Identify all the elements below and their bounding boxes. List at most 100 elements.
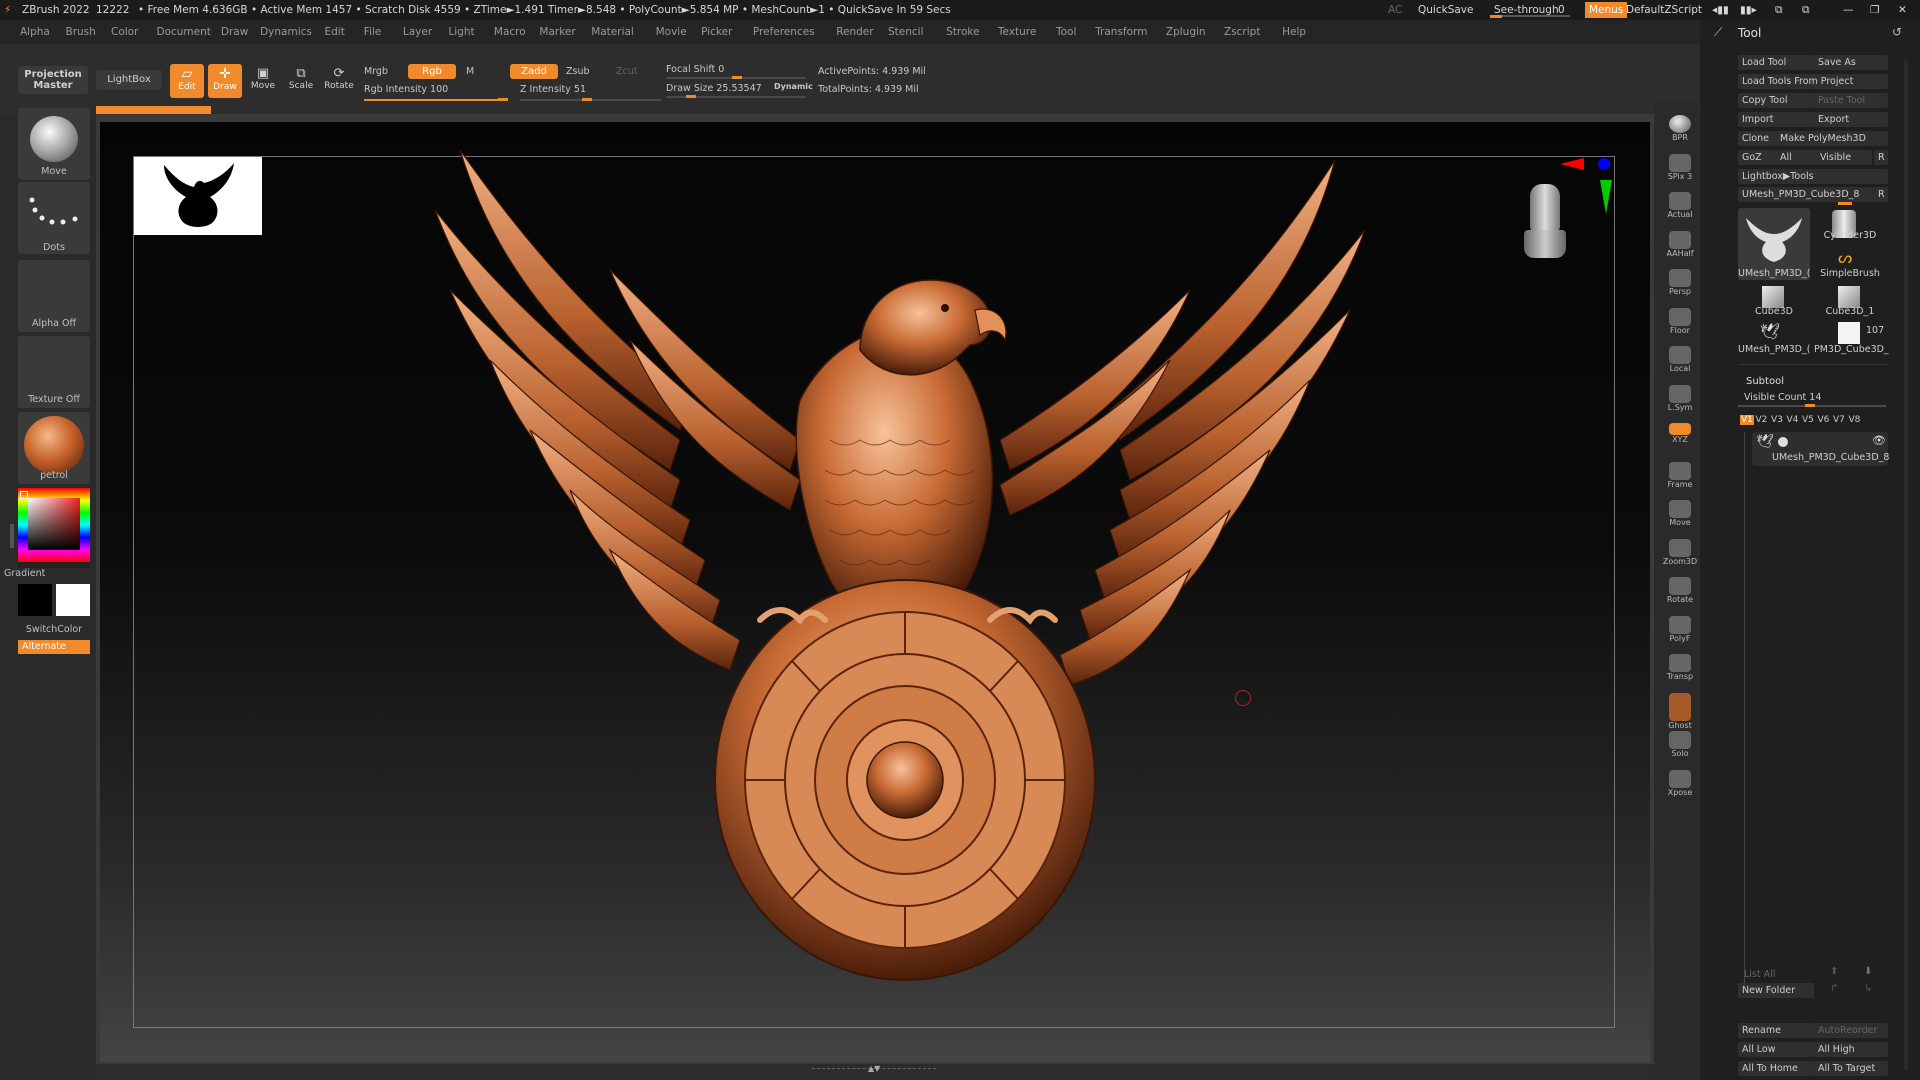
make-polymesh3d-button[interactable]: Make PolyMesh3D — [1776, 131, 1888, 146]
rename-button[interactable]: Rename — [1738, 1023, 1814, 1038]
quicksave-button[interactable]: QuickSave — [1418, 4, 1473, 16]
menu-preferences[interactable]: Preferences — [753, 26, 815, 38]
subtool-version-v2[interactable]: V2 — [1756, 415, 1768, 425]
mrgb-button[interactable]: Mrgb — [364, 66, 388, 77]
navigation-gizmo[interactable] — [1520, 180, 1570, 280]
zsub-button[interactable]: Zsub — [566, 66, 590, 77]
tool-aahalf[interactable]: AAHalf — [1662, 228, 1698, 264]
color-square[interactable] — [28, 498, 80, 550]
menu-texture[interactable]: Texture — [998, 26, 1036, 38]
save-as-button[interactable]: Save As — [1814, 55, 1888, 70]
move-button[interactable]: ▣ Move — [246, 64, 280, 98]
menu-stroke[interactable]: Stroke — [946, 26, 979, 38]
move-up-icon[interactable]: ⬆ — [1830, 966, 1838, 977]
switchcolor-button[interactable]: SwitchColor — [18, 624, 90, 635]
tool-persp[interactable]: Persp — [1662, 266, 1698, 302]
tool-floor[interactable]: Floor — [1662, 305, 1698, 341]
tool-rotate[interactable]: Rotate — [1662, 574, 1698, 610]
menu-color[interactable]: Color — [111, 26, 138, 38]
menus-button[interactable]: Menus — [1585, 2, 1628, 18]
layout-toggle-icon[interactable]: ◂▮▮ — [1712, 4, 1729, 16]
tool-actual[interactable]: Actual — [1662, 189, 1698, 225]
menu-layer[interactable]: Layer — [403, 26, 432, 38]
dynamic-button[interactable]: Dynamic — [774, 82, 813, 91]
palette-scrollbar[interactable] — [1904, 60, 1908, 1070]
tool-ghost[interactable]: Ghost — [1662, 690, 1698, 730]
tool-local[interactable]: Local — [1662, 343, 1698, 379]
move-down-icon[interactable]: ⬇ — [1864, 966, 1872, 977]
color-picker[interactable] — [18, 488, 90, 568]
see-through-slider[interactable] — [1490, 15, 1570, 18]
subtool-row[interactable]: 🕊 👁 UMesh_PM3D_Cube3D_8 — [1752, 432, 1889, 466]
bottom-tray-handle[interactable]: ▲▼ — [812, 1064, 936, 1074]
simplebrush-icon[interactable]: ᔕ — [1838, 248, 1852, 267]
minimize-icon[interactable]: — — [1843, 4, 1854, 16]
tool-transp[interactable]: Transp — [1662, 651, 1698, 687]
tool-move[interactable]: Move — [1662, 497, 1698, 533]
new-folder-button[interactable]: New Folder — [1738, 983, 1814, 998]
subtool-visibility-icon[interactable]: 👁 — [1872, 434, 1886, 447]
draw-size-slider[interactable] — [666, 95, 806, 98]
eagle-small-icon[interactable]: 🕊 — [1760, 322, 1780, 341]
rotate-button[interactable]: ⟳ Rotate — [322, 64, 356, 98]
export-button[interactable]: Export — [1814, 112, 1888, 127]
gradient-label[interactable]: Gradient — [4, 568, 76, 579]
tool-zoom3d[interactable]: Zoom3D — [1662, 536, 1698, 572]
current-tool-slider[interactable]: UMesh_PM3D_Cube3D_8 — [1738, 187, 1874, 202]
window-layout-icon[interactable]: ⧉ — [1775, 4, 1783, 17]
menu-light[interactable]: Light — [448, 26, 474, 38]
tool-dock-icon[interactable]: ⟋ — [1714, 25, 1722, 40]
import-button[interactable]: Import — [1738, 112, 1814, 127]
zadd-button[interactable]: Zadd — [510, 64, 558, 79]
subtool-version-v1[interactable]: V1 — [1740, 415, 1754, 425]
layout-next-icon[interactable]: ▮▮▸ — [1740, 4, 1757, 16]
subtool-version-v4[interactable]: V4 — [1787, 415, 1799, 425]
default-zscript-button[interactable]: DefaultZScript — [1626, 4, 1702, 16]
all-high-button[interactable]: All High — [1814, 1042, 1888, 1057]
menu-movie[interactable]: Movie — [656, 26, 687, 38]
draw-button[interactable]: ✛ Draw — [208, 64, 242, 98]
tool-xpose[interactable]: Xpose — [1662, 767, 1698, 803]
menu-alpha[interactable]: Alpha — [20, 26, 50, 38]
visible-count-slider[interactable] — [1738, 404, 1886, 407]
menu-dynamics[interactable]: Dynamics — [260, 26, 312, 38]
tool-spix-3[interactable]: SPix 3 — [1662, 151, 1698, 187]
all-low-button[interactable]: All Low — [1738, 1042, 1814, 1057]
menu-stencil[interactable]: Stencil — [888, 26, 924, 38]
folder-up-icon[interactable]: ↱ — [1830, 983, 1838, 994]
all-to-target-button[interactable]: All To Target — [1814, 1061, 1888, 1076]
goz-visible-button[interactable]: Visible — [1816, 150, 1872, 165]
subtool-version-v8[interactable]: V8 — [1849, 415, 1861, 425]
subtool-list-scrollbar[interactable] — [1744, 432, 1745, 992]
autoreorder-button[interactable]: AutoReorder — [1814, 1023, 1888, 1038]
tool-bpr[interactable]: BPR — [1662, 112, 1698, 148]
menu-render[interactable]: Render — [836, 26, 873, 38]
eagle-emblem-model[interactable] — [430, 140, 1370, 1020]
load-tools-from-project-button[interactable]: Load Tools From Project — [1738, 74, 1888, 89]
z-intensity-slider[interactable] — [520, 98, 662, 101]
restore-icon[interactable]: ❐ — [1870, 4, 1879, 16]
menu-macro[interactable]: Macro — [494, 26, 526, 38]
subtool-version-v6[interactable]: V6 — [1818, 415, 1830, 425]
copy-tool-button[interactable]: Copy Tool — [1738, 93, 1814, 108]
goz-r-button[interactable]: R — [1874, 150, 1888, 165]
cube-icon[interactable] — [1762, 286, 1784, 308]
rgb-intensity-slider[interactable] — [364, 98, 508, 101]
menu-draw[interactable]: Draw — [221, 26, 248, 38]
subtool-header[interactable]: Subtool — [1746, 376, 1784, 387]
menu-file[interactable]: File — [364, 26, 382, 38]
focal-shift-slider[interactable] — [666, 76, 806, 79]
lightbox-button[interactable]: LightBox — [96, 70, 162, 90]
subtool-version-v3[interactable]: V3 — [1771, 415, 1783, 425]
window-arrange-icon[interactable]: ⧉ — [1802, 4, 1810, 17]
menu-edit[interactable]: Edit — [325, 26, 345, 38]
menu-tool[interactable]: Tool — [1056, 26, 1076, 38]
main-color-swatch[interactable] — [18, 584, 52, 616]
load-tool-button[interactable]: Load Tool — [1738, 55, 1814, 70]
clone-button[interactable]: Clone — [1738, 131, 1776, 146]
tool-xyz[interactable]: XYZ — [1662, 420, 1698, 456]
cube-1-icon[interactable] — [1838, 286, 1860, 308]
m-button[interactable]: M — [466, 66, 474, 77]
white-cube-icon[interactable] — [1838, 322, 1860, 344]
tool-polyf[interactable]: PolyF — [1662, 613, 1698, 649]
